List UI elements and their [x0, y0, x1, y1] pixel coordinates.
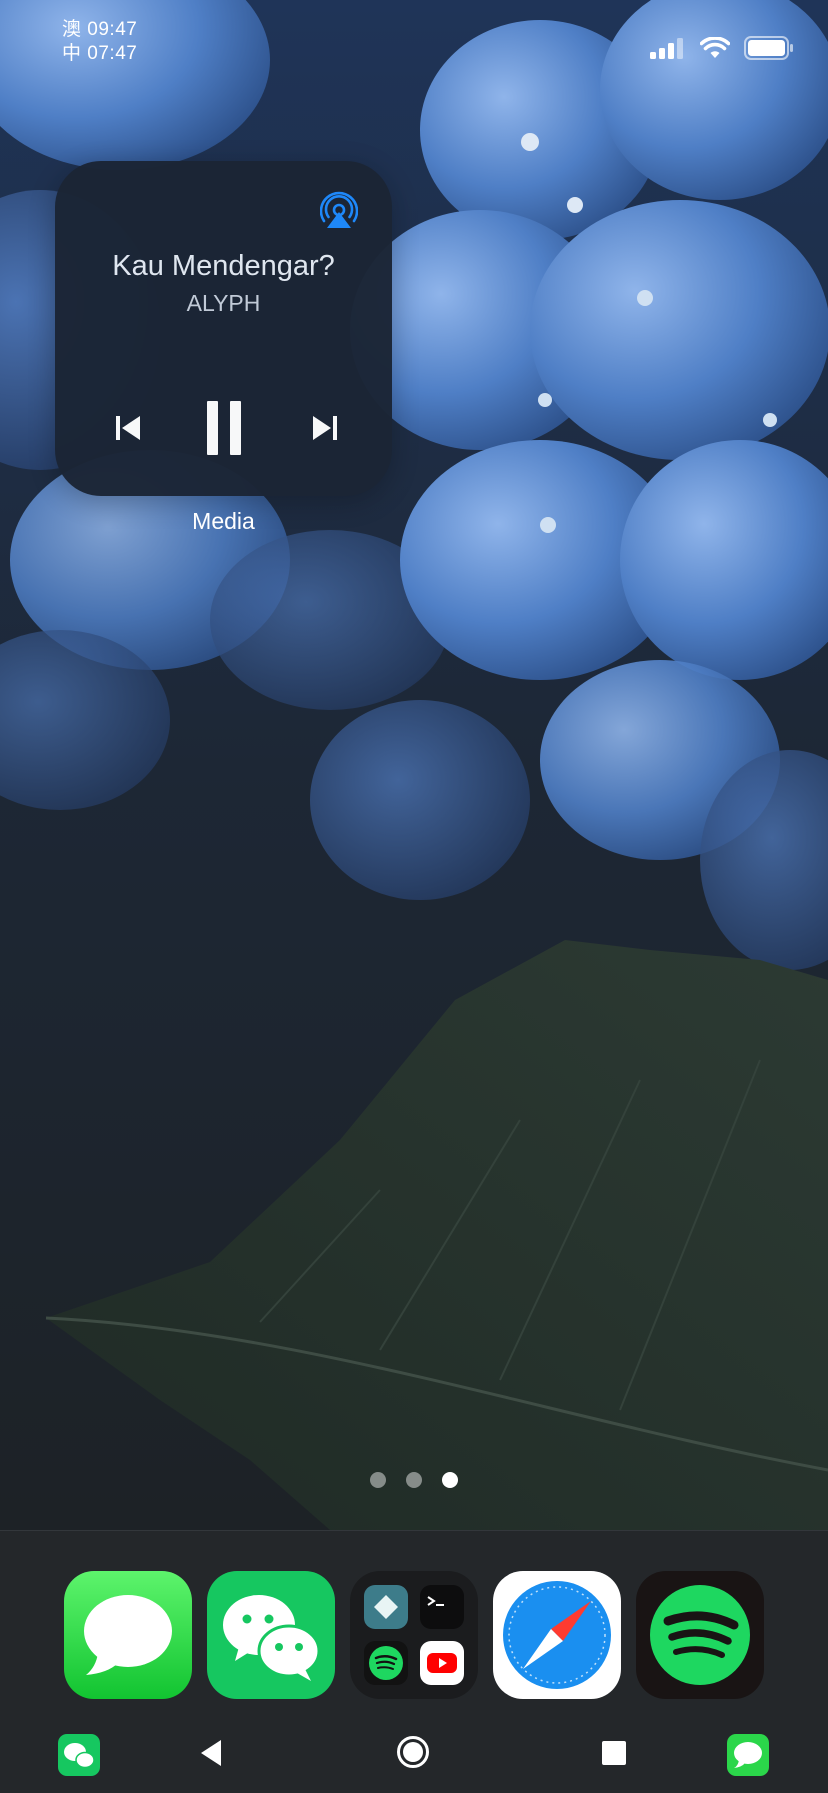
signal-icon [650, 37, 686, 64]
clock-line-macau: 澳 09:47 [62, 19, 138, 40]
status-bar: 澳 09:47 中 07:47 [0, 0, 828, 80]
page-dot-2[interactable] [406, 1472, 422, 1488]
next-track-button[interactable] [302, 407, 348, 453]
altstore-icon [364, 1585, 408, 1629]
recents-icon[interactable] [600, 1739, 628, 1767]
messages-notification-icon[interactable] [727, 1734, 769, 1776]
dual-clock: 澳 09:47 中 07:47 [62, 18, 137, 66]
page-dot-3-active[interactable] [442, 1472, 458, 1488]
wifi-icon [699, 36, 731, 64]
pause-button[interactable] [197, 393, 251, 467]
messages-app-icon[interactable] [64, 1571, 192, 1699]
wechat-app-icon[interactable] [207, 1571, 335, 1699]
terminal-icon [420, 1585, 464, 1629]
spotify-app-icon[interactable] [636, 1571, 764, 1699]
page-indicator[interactable] [370, 1472, 458, 1488]
previous-track-button[interactable] [105, 407, 151, 453]
next-track-icon [310, 413, 340, 448]
app-folder-icon[interactable] [350, 1571, 478, 1699]
media-widget[interactable]: Kau Mendengar? ALYPH [55, 161, 392, 496]
youtube-icon [420, 1641, 464, 1685]
safari-app-icon[interactable] [493, 1571, 621, 1699]
page-dot-1[interactable] [370, 1472, 386, 1488]
track-title: Kau Mendengar? [112, 250, 335, 282]
pause-icon [206, 400, 242, 461]
spotify-icon [364, 1641, 408, 1685]
home-icon[interactable] [396, 1735, 430, 1769]
navigation-bar [0, 1720, 828, 1792]
previous-track-icon [113, 413, 143, 448]
wechat-notification-icon[interactable] [58, 1734, 100, 1776]
status-icons [650, 36, 794, 65]
widget-label: Media [192, 508, 255, 534]
back-icon[interactable] [198, 1738, 224, 1768]
clock-line-china: 中 07:47 [62, 43, 138, 64]
track-artist: ALYPH [186, 290, 261, 316]
airplay-icon[interactable] [319, 191, 359, 229]
battery-icon [744, 36, 794, 65]
